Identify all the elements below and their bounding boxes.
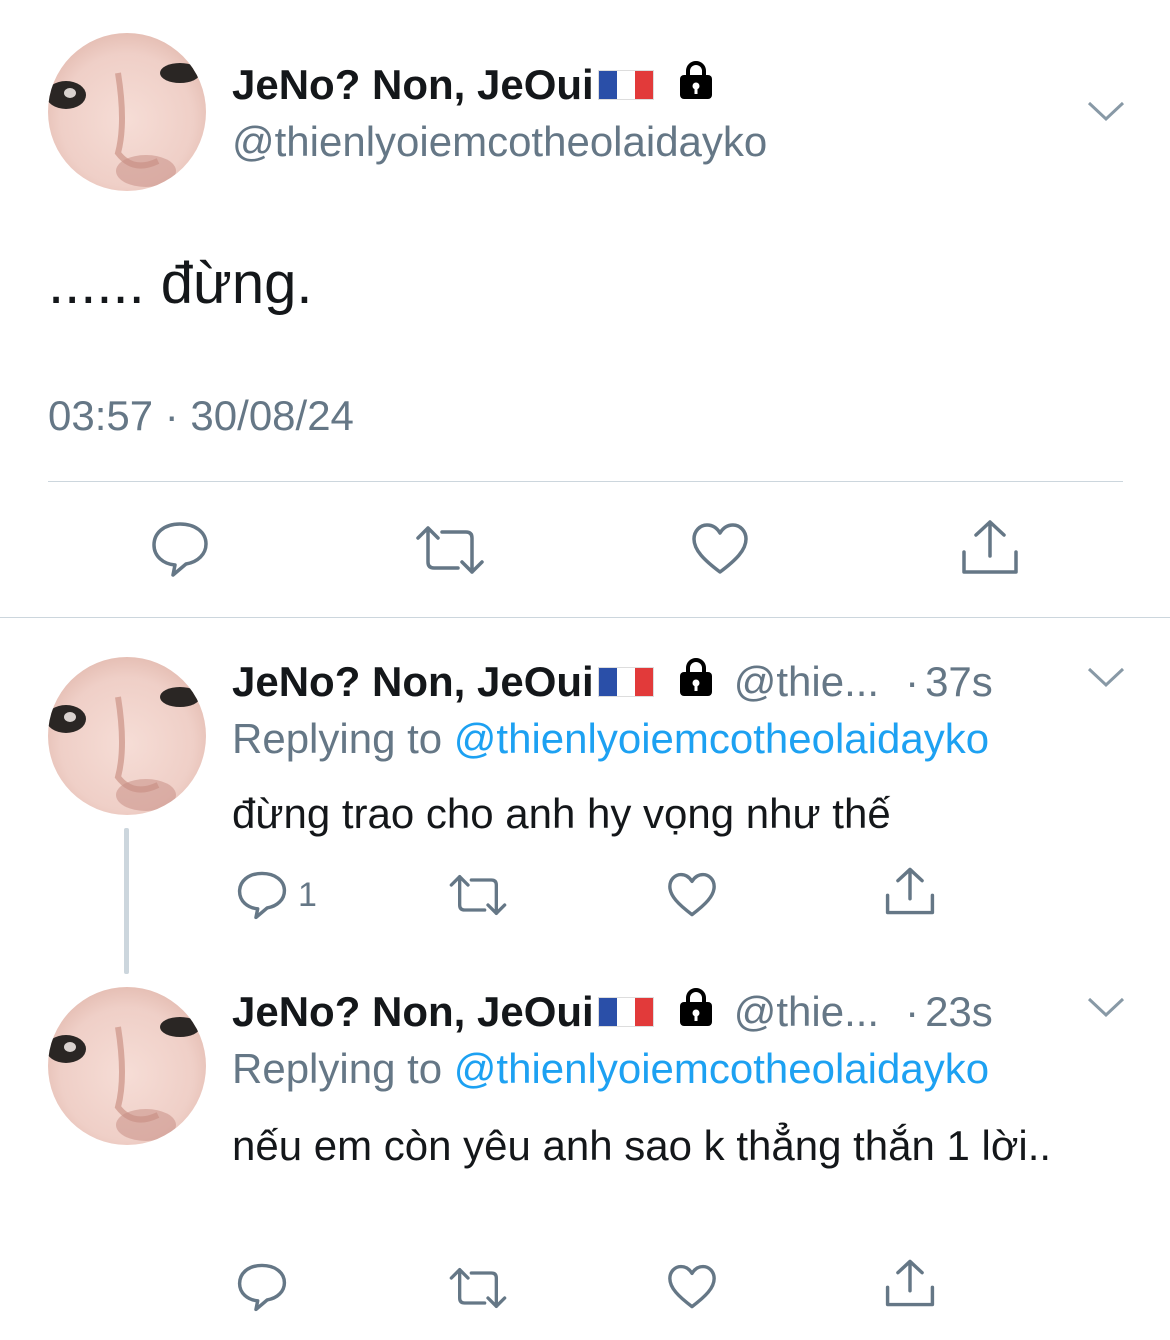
share-button[interactable] (884, 866, 936, 916)
main-avatar[interactable] (48, 33, 206, 191)
replying-prefix: Replying to (232, 1045, 443, 1092)
chevron-down-icon[interactable] (1086, 666, 1126, 690)
tweet-age: 37s (925, 658, 993, 705)
retweet-button[interactable] (414, 524, 486, 576)
chevron-down-icon[interactable] (1086, 100, 1126, 124)
reply-avatar[interactable] (48, 987, 206, 1145)
display-name-text: JeNo? Non, JeOui (232, 988, 594, 1035)
display-name-text: JeNo? Non, JeOui (232, 658, 594, 705)
reply-icon (237, 1263, 287, 1312)
retweet-button[interactable] (448, 873, 508, 917)
retweet-icon (449, 1267, 507, 1308)
reply-count: 1 (298, 875, 317, 914)
like-icon (668, 1264, 716, 1309)
share-icon (962, 520, 1018, 574)
reply-button[interactable]: 1 (236, 870, 317, 920)
reply-icon (152, 522, 208, 577)
retweet-icon (416, 526, 484, 574)
handle: @thie... (733, 658, 880, 705)
retweet-icon (449, 875, 507, 915)
tweet-timestamp[interactable]: 03:57 · 30/08/24 (48, 392, 354, 440)
retweet-button[interactable] (448, 1266, 508, 1310)
tweet-text: nếu em còn yêu anh sao k thẳng thắn 1 lờ… (232, 1122, 1052, 1169)
tweet-age: 23s (925, 988, 993, 1035)
separator-dot: · (905, 658, 920, 705)
reply-button[interactable] (236, 1262, 288, 1312)
reply-avatar[interactable] (48, 657, 206, 815)
france-flag-icon (597, 667, 654, 697)
reply-button[interactable] (150, 520, 210, 578)
like-button[interactable] (690, 522, 750, 576)
share-icon (885, 867, 935, 915)
replying-to: Replying to @thienlyoiemcotheolaidayko (232, 1045, 989, 1093)
like-button[interactable] (666, 1264, 718, 1310)
share-button[interactable] (884, 1258, 936, 1308)
separator-dot: · (905, 988, 920, 1035)
share-button[interactable] (960, 518, 1020, 576)
like-button[interactable] (666, 872, 718, 918)
thread-line (124, 828, 129, 974)
like-icon (668, 872, 716, 917)
share-icon (885, 1259, 935, 1307)
replying-to: Replying to @thienlyoiemcotheolaidayko (232, 715, 989, 763)
main-handle[interactable]: @thienlyoiemcotheolaidayko (232, 118, 767, 166)
main-display-name[interactable]: JeNo? Non, JeOui (232, 58, 718, 112)
section-divider (0, 617, 1170, 618)
france-flag-icon (597, 70, 654, 100)
lock-icon (674, 985, 718, 1039)
lock-icon (674, 58, 718, 112)
replying-handle-link[interactable]: @thienlyoiemcotheolaidayko (454, 715, 989, 762)
lock-icon (674, 655, 718, 709)
reply-icon (237, 871, 287, 920)
reply-header[interactable]: JeNo? Non, JeOui @thie... · 23s (232, 985, 993, 1039)
display-name-text: JeNo? Non, JeOui (232, 61, 594, 108)
france-flag-icon (597, 997, 654, 1027)
chevron-down-icon[interactable] (1086, 996, 1126, 1020)
handle: @thie... (733, 988, 880, 1035)
replying-handle-link[interactable]: @thienlyoiemcotheolaidayko (454, 1045, 989, 1092)
replying-prefix: Replying to (232, 715, 443, 762)
reply-header[interactable]: JeNo? Non, JeOui @thie... · 37s (232, 655, 993, 709)
divider (48, 481, 1123, 482)
like-icon (692, 523, 748, 574)
tweet-text: ...... đừng. (48, 251, 313, 316)
tweet-text: đừng trao cho anh hy vọng như thế (232, 790, 891, 837)
